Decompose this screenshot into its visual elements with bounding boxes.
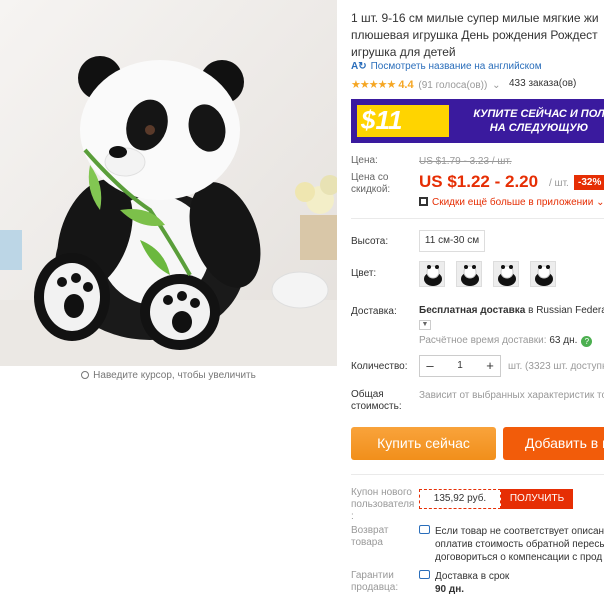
color-swatch[interactable] xyxy=(419,261,445,287)
quantity-label: Количество: xyxy=(351,361,408,372)
coupon-label-line: пользователя xyxy=(351,499,415,510)
get-coupon-button[interactable]: ПОЛУЧИТЬ xyxy=(501,489,573,509)
color-label: Цвет: xyxy=(351,268,377,279)
product-title-line: 1 шт. 9-16 см милые супер милые мягкие ж… xyxy=(351,11,599,25)
orders-count: 433 заказа(ов) xyxy=(509,78,577,89)
zoom-hint: Наведите курсор, чтобы увеличить xyxy=(0,370,337,381)
translate-link[interactable]: A↻ Посмотреть название на английском xyxy=(351,61,542,72)
price-unit: / шт. xyxy=(549,178,569,189)
coupon-label-line: Купон нового xyxy=(351,487,412,498)
quantity-input[interactable]: 1 xyxy=(440,356,480,376)
rating-value: 4.4 xyxy=(398,79,414,91)
total-label-line: стоимость: xyxy=(351,401,402,412)
returns-text-line: оплатив стоимость обратной пересы xyxy=(435,539,604,550)
shipping-destination[interactable]: Russian Federa xyxy=(536,305,604,316)
delivery-guarantee-icon xyxy=(419,570,430,579)
guarantee-label: Гарантии продавца: xyxy=(351,570,398,594)
product-title-line: игрушка для детей xyxy=(351,45,456,59)
rating-row: ★★★★★ 4.4 (91 голоса(ов)) ⌄ 433 заказа(ов… xyxy=(351,78,604,91)
rating-stars-icon[interactable]: ★★★★★ xyxy=(351,79,396,91)
increase-button[interactable]: + xyxy=(480,356,500,376)
app-promo-text: Скидки ещё больше в приложении xyxy=(432,197,594,208)
add-to-cart-button[interactable]: Добавить в к xyxy=(503,427,604,460)
total-value: Зависит от выбранных характеристик то xyxy=(419,390,604,401)
zoom-hint-text: Наведите курсор, чтобы увеличить xyxy=(93,370,256,381)
qr-code-icon xyxy=(419,197,428,206)
shipping-label: Доставка: xyxy=(351,306,397,317)
guarantee-text-line: Доставка в срок xyxy=(435,571,510,582)
guarantee-text: Доставка в срок 90 дн. xyxy=(435,570,509,596)
product-title-line: плюшевая игрушка День рождения Рождест xyxy=(351,28,598,42)
color-swatch[interactable] xyxy=(456,261,482,287)
delivery-time-value: 63 дн. xyxy=(549,335,578,346)
discount-price-label: Цена со скидкой: xyxy=(351,172,390,196)
original-price: US $1.79 - 3.23 / шт. xyxy=(419,156,512,167)
chevron-down-icon[interactable]: ⌄ xyxy=(489,80,500,91)
magnifier-icon xyxy=(81,371,90,379)
decrease-button[interactable]: – xyxy=(420,356,440,376)
product-info: 1 шт. 9-16 см милые супер милые мягкие ж… xyxy=(351,0,604,600)
coupon-value: 135,92 руб. xyxy=(419,489,501,509)
color-swatch[interactable] xyxy=(530,261,556,287)
guarantee-label-line: продавца: xyxy=(351,582,399,593)
returns-label: Возврат товара xyxy=(351,525,389,549)
guarantee-label-line: Гарантии xyxy=(351,570,394,581)
banner-amount: $11 xyxy=(361,105,403,135)
banner-line: НА СЛЕДУЮЩУЮ xyxy=(489,122,589,134)
discount-badge: -32% xyxy=(574,175,604,190)
delivery-time-label: Расчётное время доставки: xyxy=(419,335,547,346)
translate-icon: A↻ xyxy=(351,61,367,72)
divider xyxy=(351,218,604,219)
help-icon[interactable]: ? xyxy=(581,336,593,347)
banner-line: КУПИТЕ СЕЙЧАС И ПОЛ xyxy=(473,108,604,120)
free-shipping-text: Бесплатная доставка xyxy=(419,305,526,316)
discount-price-label-line: Цена со xyxy=(351,172,389,183)
returns-label-line: Возврат xyxy=(351,525,389,536)
shipping-method: Бесплатная доставка в Russian Federa xyxy=(419,305,604,316)
panda-thumb-icon xyxy=(457,262,481,286)
discount-price: US $1.22 - 2.20 xyxy=(419,172,539,191)
coupon-label: Купон нового пользователя : xyxy=(351,487,414,523)
color-swatch[interactable] xyxy=(493,261,519,287)
discount-price-label-line: скидкой: xyxy=(351,184,391,195)
return-policy-icon xyxy=(419,525,430,534)
panda-photo xyxy=(0,0,337,366)
panda-thumb-icon xyxy=(420,262,444,286)
panda-thumb-icon xyxy=(531,262,555,286)
total-label: Общая стоимость: xyxy=(351,389,402,413)
price-label: Цена: xyxy=(351,155,378,166)
coupon-label-line: : xyxy=(351,511,354,522)
panda-thumb-icon xyxy=(494,262,518,286)
translate-link-text: Посмотреть название на английском xyxy=(370,61,542,72)
product-title: 1 шт. 9-16 см милые супер милые мягкие ж… xyxy=(351,10,604,61)
returns-text-line: Если товар не соответствует описан xyxy=(435,526,604,537)
height-label: Высота: xyxy=(351,236,389,247)
divider xyxy=(351,474,604,475)
delivery-time: Расчётное время доставки: 63 дн.? xyxy=(419,335,593,347)
quantity-stepper: – 1 + xyxy=(419,355,501,377)
shipping-dropdown-chevron-icon[interactable]: ▼ xyxy=(419,320,431,330)
returns-text: Если товар не соответствует описан оплат… xyxy=(435,525,604,564)
votes-count[interactable]: (91 голоса(ов)) xyxy=(418,80,487,91)
product-page: Наведите курсор, чтобы увеличить 1 шт. 9… xyxy=(0,0,604,600)
shipping-in-text: в xyxy=(528,305,534,316)
total-label-line: Общая xyxy=(351,389,384,400)
app-promo-link[interactable]: Скидки ещё больше в приложении ⌄ xyxy=(419,197,604,208)
product-image[interactable] xyxy=(0,0,337,366)
returns-text-line: договориться о компенсации с прод xyxy=(435,552,603,563)
buy-now-button[interactable]: Купить сейчас xyxy=(351,427,496,460)
promo-banner[interactable]: $11 КУПИТЕ СЕЙЧАС И ПОЛ НА СЛЕДУЮЩУЮ xyxy=(351,99,604,143)
height-option[interactable]: 11 см-30 см xyxy=(419,230,485,252)
banner-text: КУПИТЕ СЕЙЧАС И ПОЛ НА СЛЕДУЮЩУЮ xyxy=(459,107,604,135)
guarantee-days: 90 дн. xyxy=(435,584,465,595)
chevron-down-icon: ⌄ xyxy=(593,197,604,208)
returns-label-line: товара xyxy=(351,537,383,548)
stock-available: шт. (3323 шт. доступн xyxy=(508,361,604,372)
